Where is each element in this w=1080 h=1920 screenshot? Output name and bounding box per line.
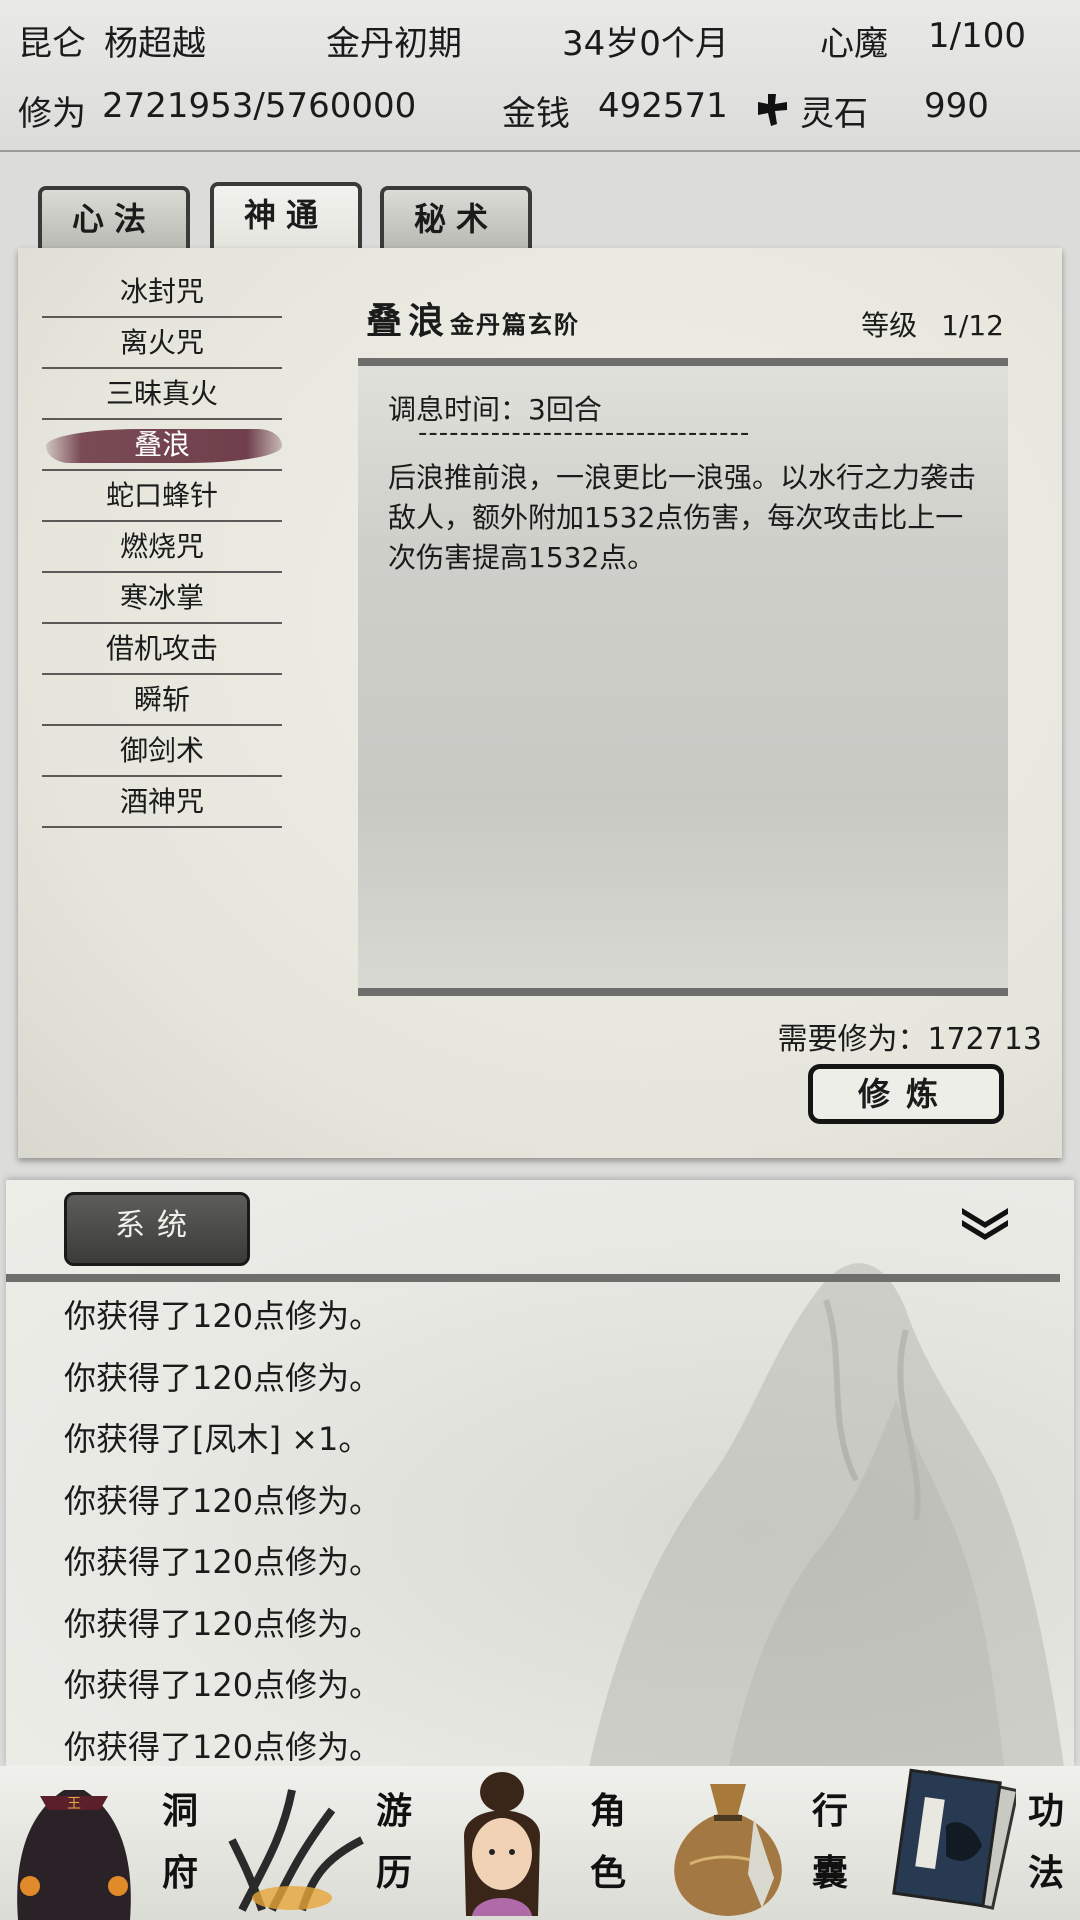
cultivation-label: 修为: [18, 94, 86, 134]
nav-char: 功: [1027, 1790, 1064, 1832]
demon-label: 心魔: [820, 24, 888, 64]
tab-divine-ability[interactable]: 神通: [210, 182, 362, 252]
sect-name: 昆仑: [18, 24, 86, 64]
skill-list: 冰封咒 离火咒 三昧真火 叠浪 蛇口蜂针 燃烧咒 寒冰掌 借机攻击 瞬斩 御剑术…: [42, 268, 282, 829]
log-divider: [6, 1274, 1060, 1282]
nav-label: 角色: [586, 1780, 630, 1904]
skill-title: 叠浪金丹篇玄阶: [366, 292, 580, 344]
train-button[interactable]: 修炼: [808, 1064, 1004, 1124]
skill-item[interactable]: 借机攻击: [42, 625, 282, 675]
player-age: 34岁0个月: [562, 24, 729, 64]
demon-value: 1/100: [928, 16, 1026, 56]
skill-item[interactable]: 酒神咒: [42, 778, 282, 828]
skill-label: 御剑术: [119, 734, 204, 767]
bottom-nav: 王 洞府 游历 角色 行囊 功 法: [0, 1766, 1080, 1920]
travel-icon: [228, 1789, 364, 1912]
need-label: 需要修为：: [777, 1022, 928, 1057]
log-line: 你获得了120点修为。: [64, 1481, 382, 1520]
skill-name: 叠浪: [366, 300, 451, 342]
level-label: 等级: [861, 309, 918, 342]
skill-label: 寒冰掌: [119, 581, 204, 614]
skill-item[interactable]: 三昧真火: [42, 370, 282, 420]
nav-travel[interactable]: 游历: [216, 1766, 432, 1920]
player-name: 杨超越: [104, 24, 206, 64]
skill-item[interactable]: 离火咒: [42, 319, 282, 369]
nav-label: 游历: [372, 1780, 416, 1904]
money-value: 492571: [598, 86, 728, 126]
nav-char: 府: [161, 1852, 198, 1894]
tab-secret-art[interactable]: 秘术: [380, 186, 532, 250]
log-line: 你获得了120点修为。: [64, 1358, 382, 1397]
nav-char: 法: [1027, 1852, 1064, 1894]
spirit-stone-icon: [754, 88, 790, 128]
skill-chapter: 金丹篇: [450, 310, 529, 339]
nav-char: 行: [811, 1790, 848, 1832]
skill-label: 借机攻击: [105, 632, 218, 665]
status-bar: 昆仑 杨超越 金丹初期 34岁0个月 心魔 1/100 修为 2721953/5…: [0, 0, 1080, 152]
money-label: 金钱: [502, 94, 570, 134]
skill-description-box: 调息时间：3回合 -------------------------------…: [358, 358, 1008, 996]
skill-item-selected[interactable]: 叠浪: [42, 421, 282, 471]
system-log-panel: 系统 你获得了120点修为。 你获得了120点修为。 你获得了[凤木] ×1。 …: [6, 1180, 1074, 1766]
skill-item[interactable]: 蛇口蜂针: [42, 472, 282, 522]
tab-heart-method[interactable]: 心法: [38, 186, 190, 250]
spirit-stone-value: 990: [924, 86, 989, 126]
tab-system[interactable]: 系统: [64, 1192, 250, 1266]
skill-item[interactable]: 冰封咒: [42, 268, 282, 318]
skill-grade: 玄阶: [528, 310, 581, 339]
required-cultivation: 需要修为：172713: [777, 1014, 1042, 1058]
log-line: 你获得了120点修为。: [64, 1543, 382, 1581]
skill-label: 燃烧咒: [119, 530, 204, 563]
skill-panel: 冰封咒 离火咒 三昧真火 叠浪 蛇口蜂针 燃烧咒 寒冰掌 借机攻击 瞬斩 御剑术…: [18, 248, 1062, 1158]
log-line: 你获得了120点修为。: [64, 1297, 382, 1335]
nav-char: 囊: [811, 1852, 848, 1894]
nav-cave-dwelling[interactable]: 王 洞府: [0, 1766, 216, 1920]
nav-char: 游: [375, 1790, 412, 1832]
log-line: 你获得了120点修为。: [64, 1604, 382, 1643]
nav-technique[interactable]: 功法: [864, 1766, 1080, 1920]
spirit-stone-label: 灵石: [800, 94, 868, 134]
nav-label: 功法: [1024, 1780, 1068, 1904]
skill-item[interactable]: 寒冰掌: [42, 574, 282, 624]
nav-char: 角: [589, 1790, 626, 1832]
skill-label: 酒神咒: [119, 785, 204, 818]
skill-level: 等级 1/12: [861, 304, 1004, 344]
need-value: 172713: [927, 1022, 1042, 1057]
nav-char: 洞: [161, 1790, 198, 1832]
skill-item[interactable]: 燃烧咒: [42, 523, 282, 573]
nav-label: 行囊: [808, 1780, 852, 1904]
skill-label: 蛇口蜂针: [105, 479, 218, 512]
cultivation-value: 2721953/5760000: [102, 86, 417, 126]
nav-inventory[interactable]: 行囊: [648, 1766, 864, 1920]
collapse-chevron-icon[interactable]: [958, 1202, 1012, 1242]
nav-label: 洞府: [158, 1780, 202, 1904]
technique-book-icon: [892, 1768, 1016, 1910]
nav-char: 历: [375, 1852, 412, 1894]
ink-mountain-decoration: [589, 1263, 1064, 1766]
cave-dwelling-icon: 王: [17, 1790, 131, 1920]
log-line: 你获得了120点修为。: [64, 1666, 382, 1704]
skill-label: 瞬斩: [133, 683, 190, 716]
divider-dashes: --------------------------------: [418, 418, 751, 448]
level-value: 1/12: [941, 309, 1004, 342]
skill-description: 后浪推前浪，一浪更比一浪强。以水行之力袭击敌人，额外附加1532点伤害，每次攻击…: [388, 461, 977, 574]
skill-label: 三昧真火: [105, 377, 218, 410]
svg-text:王: 王: [67, 1796, 81, 1812]
skill-label: 叠浪: [133, 428, 190, 461]
log-line: 你获得了120点修为。: [64, 1727, 382, 1766]
skill-item[interactable]: 瞬斩: [42, 676, 282, 726]
nav-character[interactable]: 角色: [432, 1766, 648, 1920]
character-portrait-icon: [464, 1772, 540, 1916]
inventory-bag-icon: [674, 1784, 782, 1916]
skill-label: 离火咒: [119, 326, 204, 359]
realm-level: 金丹初期: [326, 24, 462, 64]
log-list: 你获得了120点修为。 你获得了120点修为。 你获得了[凤木] ×1。 你获得…: [64, 1286, 381, 1766]
skill-label: 冰封咒: [119, 275, 204, 308]
skill-item[interactable]: 御剑术: [42, 727, 282, 777]
nav-char: 色: [589, 1852, 626, 1894]
log-line: 你获得了[凤木] ×1。: [64, 1420, 371, 1458]
